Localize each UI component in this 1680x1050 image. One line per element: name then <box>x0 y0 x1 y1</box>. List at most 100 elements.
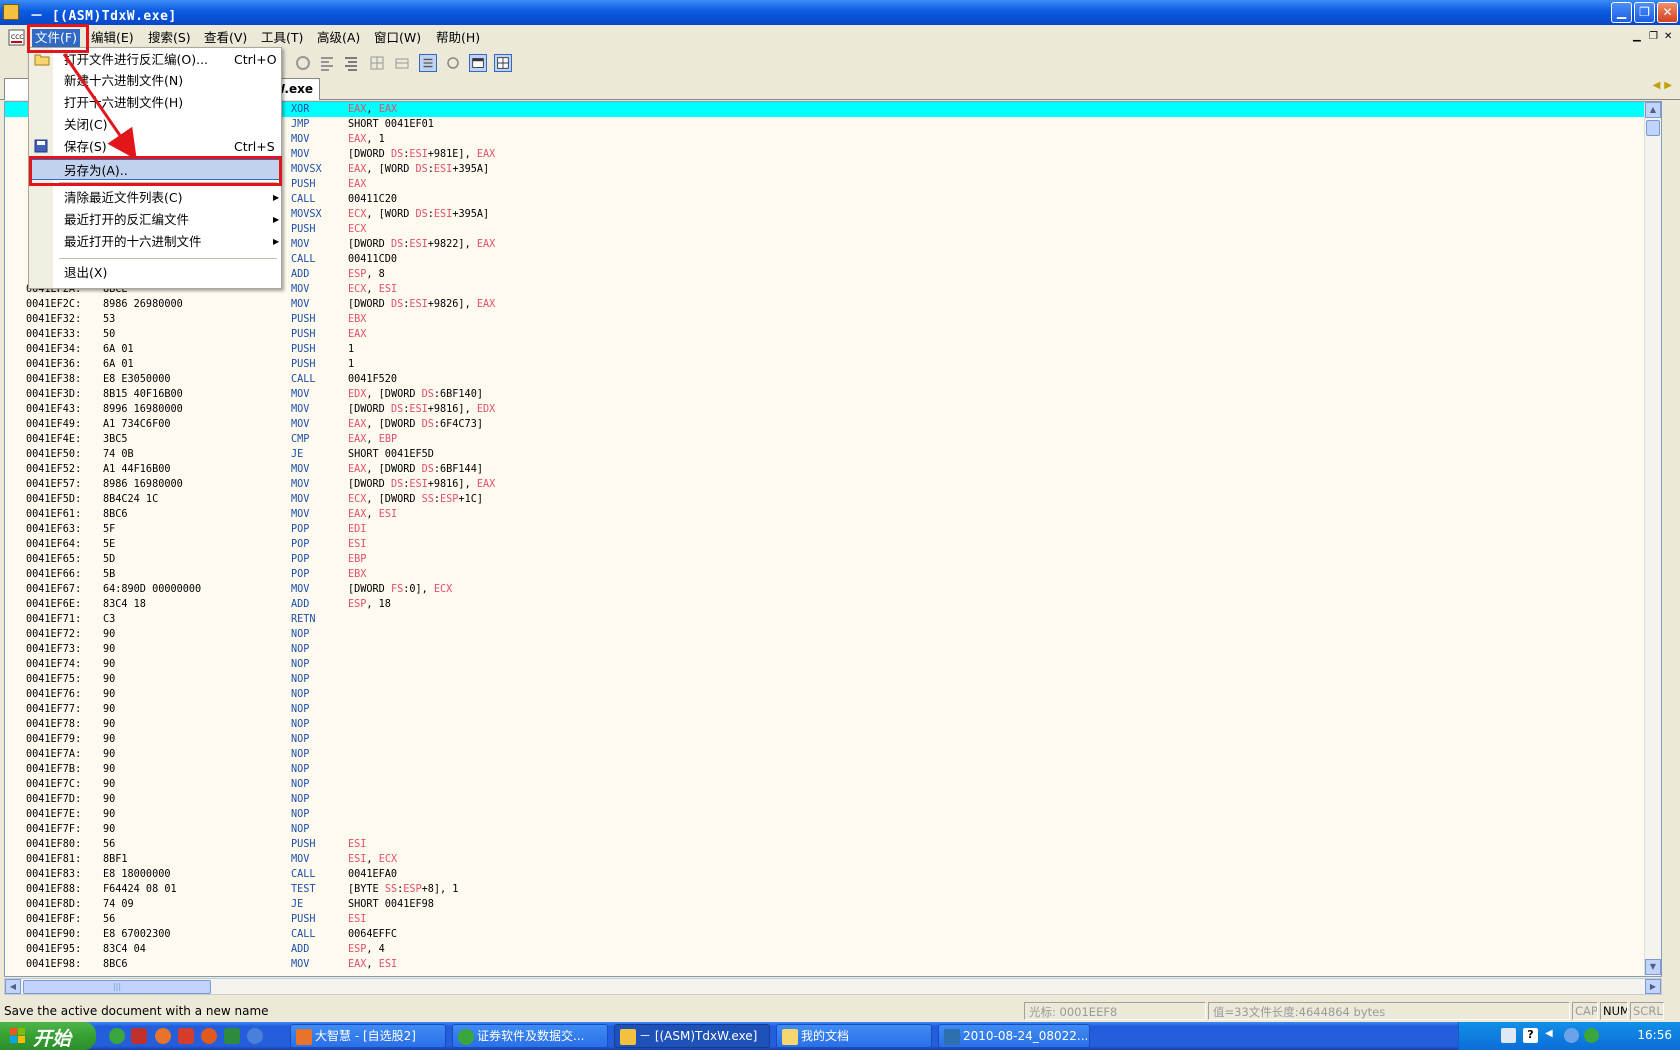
mdi-restore-icon[interactable]: ❐ <box>1649 31 1658 43</box>
disasm-row[interactable]: 0041EF36: 6A 01 PUSH 1 <box>5 357 1645 372</box>
quicklaunch-app6-icon[interactable] <box>224 1028 240 1044</box>
indent-icon[interactable] <box>342 54 360 72</box>
disasm-row[interactable]: 0041EF77: 90 NOP <box>5 702 1645 717</box>
disasm-row[interactable]: 0041EF90: E8 67002300 CALL 0064EFFC <box>5 927 1645 942</box>
horizontal-scrollbar[interactable]: ◀ ||| ▶ <box>4 978 1662 995</box>
disasm-row[interactable]: 0041EF4E: 3BC5 CMP EAX, EBP <box>5 432 1645 447</box>
align-left-icon[interactable] <box>318 54 336 72</box>
disasm-row[interactable]: 0041EF7B: 90 NOP <box>5 762 1645 777</box>
vertical-scroll-thumb[interactable] <box>1646 120 1660 136</box>
horizontal-scroll-thumb[interactable]: ||| <box>23 980 211 994</box>
tools-icon[interactable] <box>444 54 462 72</box>
layout-single-icon[interactable] <box>469 54 487 72</box>
menu-advanced[interactable]: 高级(A) <box>314 29 363 47</box>
document-icon[interactable]: CCC <box>8 29 26 47</box>
disasm-row[interactable]: 0041EF74: 90 NOP <box>5 657 1645 672</box>
disasm-row[interactable]: 0041EF83: E8 18000000 CALL 0041EFA0 <box>5 867 1645 882</box>
disasm-row[interactable]: 0041EF95: 83C4 04 ADD ESP, 4 <box>5 942 1645 957</box>
disasm-row[interactable]: 0041EF8F: 56 PUSH ESI <box>5 912 1645 927</box>
disasm-row[interactable]: 0041EF7F: 90 NOP <box>5 822 1645 837</box>
disasm-row[interactable]: 0041EF6E: 83C4 18 ADD ESP, 18 <box>5 597 1645 612</box>
disasm-row[interactable]: 0041EF5D: 8B4C24 1C MOV ECX, [DWORD SS:ESP+… <box>5 492 1645 507</box>
disasm-row[interactable]: 0041EF3D: 8B15 40F16B00 MOV EDX, [DWORD DS:… <box>5 387 1645 402</box>
disasm-row[interactable]: 0041EF71: C3 RETN <box>5 612 1645 627</box>
task-my-documents[interactable]: 我的文档 <box>776 1024 932 1048</box>
disasm-row[interactable]: 0041EF34: 6A 01 PUSH 1 <box>5 342 1645 357</box>
mdi-minimize-icon[interactable]: ▁ <box>1633 31 1641 43</box>
disasm-row[interactable]: 0041EF43: 8996 16980000 MOV [DWORD DS:ESI+9… <box>5 402 1645 417</box>
quicklaunch-app1-icon[interactable] <box>109 1028 125 1044</box>
menu-item-save[interactable]: 保存(S) Ctrl+S <box>29 136 281 157</box>
maximize-button[interactable]: ❐ <box>1634 2 1655 23</box>
menu-item-recent-disasm[interactable]: 最近打开的反汇编文件 ▶ <box>29 209 281 230</box>
disasm-row[interactable]: 0041EF52: A1 44F16B00 MOV EAX, [DWORD DS:6B… <box>5 462 1645 477</box>
disasm-row[interactable]: 0041EF66: 5B POP EBX <box>5 567 1645 582</box>
disasm-row[interactable]: 0041EF73: 90 NOP <box>5 642 1645 657</box>
disasm-row[interactable]: 0041EF7C: 90 NOP <box>5 777 1645 792</box>
disasm-row[interactable]: 0041EF76: 90 NOP <box>5 687 1645 702</box>
keyboard-tray-icon[interactable] <box>1501 1028 1516 1043</box>
close-button[interactable]: ✕ <box>1657 2 1678 23</box>
task-dazhihui[interactable]: 大智慧 - [自选股2] <box>290 1024 446 1048</box>
disasm-row[interactable]: 0041EF8D: 74 09 JE SHORT 0041EF98 <box>5 897 1645 912</box>
disasm-row[interactable]: 0041EF98: 8BC6 MOV EAX, ESI <box>5 957 1645 972</box>
disasm-row[interactable]: 0041EF7E: 90 NOP <box>5 807 1645 822</box>
menu-window[interactable]: 窗口(W) <box>371 29 424 47</box>
task-asm-tdxw[interactable]: － [(ASM)TdxW.exe] <box>614 1024 770 1048</box>
task-securities[interactable]: 证券软件及数据交... <box>452 1024 608 1048</box>
hex-view-icon[interactable] <box>419 54 437 72</box>
disasm-row[interactable]: 0041EF75: 90 NOP <box>5 672 1645 687</box>
security-tray-icon[interactable] <box>1584 1028 1599 1043</box>
disasm-row[interactable]: 0041EF38: E8 E3050000 CALL 0041F520 <box>5 372 1645 387</box>
disasm-row[interactable]: 0041EF63: 5F POP EDI <box>5 522 1645 537</box>
disasm-row[interactable]: 0041EF50: 74 0B JE SHORT 0041EF5D <box>5 447 1645 462</box>
quicklaunch-app4-icon[interactable] <box>178 1028 194 1044</box>
disasm-row[interactable]: 0041EF33: 50 PUSH EAX <box>5 327 1645 342</box>
disasm-row[interactable]: 0041EF61: 8BC6 MOV EAX, ESI <box>5 507 1645 522</box>
disasm-row[interactable]: 0041EF81: 8BF1 MOV ESI, ECX <box>5 852 1645 867</box>
menu-item-close[interactable]: 关闭(C) <box>29 114 281 135</box>
vertical-scrollbar[interactable]: ▲ ▼ <box>1644 102 1661 976</box>
menu-item-recent-hex[interactable]: 最近打开的十六进制文件 ▶ <box>29 231 281 252</box>
scroll-down-icon[interactable]: ▼ <box>1645 959 1661 975</box>
quicklaunch-app2-icon[interactable] <box>131 1028 147 1044</box>
minimize-button[interactable]: ▁ <box>1611 2 1632 23</box>
disasm-row[interactable]: 0041EF80: 56 PUSH ESI <box>5 837 1645 852</box>
disasm-row[interactable]: 0041EF2C: 8986 26980000 MOV [DWORD DS:ESI+9… <box>5 297 1645 312</box>
grid-icon[interactable] <box>368 54 386 72</box>
menu-item-exit[interactable]: 退出(X) <box>29 262 281 283</box>
disasm-row[interactable]: 0041EF7A: 90 NOP <box>5 747 1645 762</box>
quicklaunch-ie-icon[interactable] <box>247 1028 263 1044</box>
help-tray-icon[interactable]: ? <box>1523 1028 1538 1043</box>
scroll-left-icon[interactable]: ◀ <box>5 979 21 994</box>
disasm-row[interactable]: 0041EF7D: 90 NOP <box>5 792 1645 807</box>
table-icon[interactable] <box>393 54 411 72</box>
menu-tools[interactable]: 工具(T) <box>258 29 306 47</box>
task-image[interactable]: 2010-08-24_08022... <box>938 1024 1090 1048</box>
menu-help[interactable]: 帮助(H) <box>433 29 483 47</box>
disasm-row[interactable]: 0041EF78: 90 NOP <box>5 717 1645 732</box>
show-hidden-icon[interactable]: ◀ <box>1545 1028 1560 1043</box>
disasm-row[interactable]: 0041EF72: 90 NOP <box>5 627 1645 642</box>
mdi-close-icon[interactable]: ✕ <box>1664 31 1672 43</box>
layout-split-icon[interactable] <box>494 54 512 72</box>
disasm-row[interactable]: 0041EF49: A1 734C6F00 MOV EAX, [DWORD DS:6F… <box>5 417 1645 432</box>
refresh-icon[interactable] <box>294 54 312 72</box>
tab-scroll-arrows-icon[interactable]: ◀▶ <box>1653 80 1676 91</box>
disasm-row[interactable]: 0041EF64: 5E POP ESI <box>5 537 1645 552</box>
menu-item-new-hex[interactable]: 新建十六进制文件(N) <box>29 70 281 91</box>
disasm-row[interactable]: 0041EF67: 64:890D 00000000 MOV [DWORD FS:0]… <box>5 582 1645 597</box>
scroll-right-icon[interactable]: ▶ <box>1645 979 1661 994</box>
disasm-row[interactable]: 0041EF32: 53 PUSH EBX <box>5 312 1645 327</box>
menu-edit[interactable]: 编辑(E) <box>88 29 137 47</box>
menu-search[interactable]: 搜索(S) <box>145 29 194 47</box>
disasm-row[interactable]: 0041EF79: 90 NOP <box>5 732 1645 747</box>
start-button[interactable]: 开始 <box>0 1022 96 1050</box>
disasm-row[interactable]: 0041EF57: 8986 16980000 MOV [DWORD DS:ESI+9… <box>5 477 1645 492</box>
quicklaunch-browser-icon[interactable] <box>201 1028 217 1044</box>
disasm-row[interactable]: 0041EF65: 5D POP EBP <box>5 552 1645 567</box>
quicklaunch-firefox-icon[interactable] <box>155 1028 171 1044</box>
network-tray-icon[interactable] <box>1564 1028 1579 1043</box>
disasm-row[interactable]: 0041EF88: F64424 08 01 TEST [BYTE SS:ESP+8]… <box>5 882 1645 897</box>
scroll-up-icon[interactable]: ▲ <box>1645 102 1661 118</box>
